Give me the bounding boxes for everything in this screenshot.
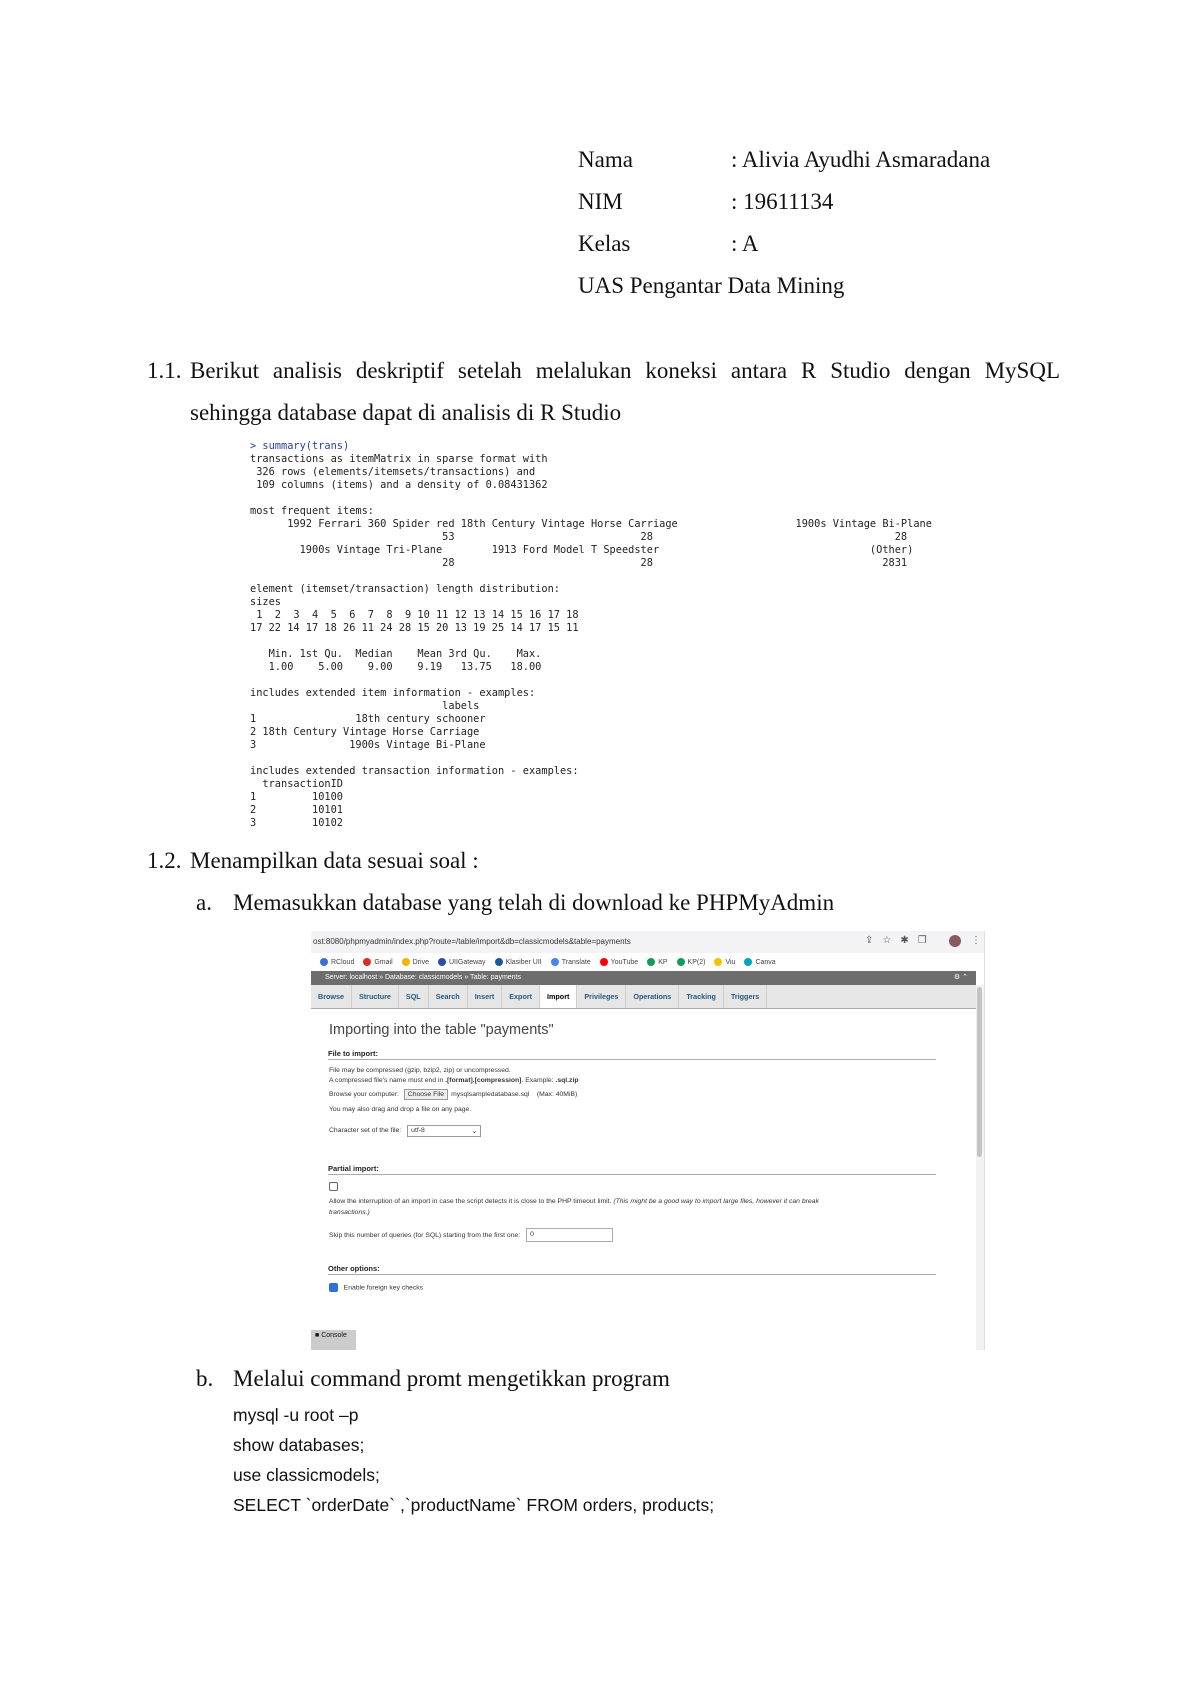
document-subtitle: UAS Pengantar Data Mining — [578, 273, 845, 298]
bookmark-translate[interactable]: Translate — [550, 958, 591, 966]
tab-operations[interactable]: Operations — [626, 985, 680, 1008]
tab-triggers[interactable]: Triggers — [724, 985, 768, 1008]
bookmark-kp[interactable]: KP — [647, 958, 668, 966]
bookmark-drive[interactable]: Drive — [401, 958, 429, 966]
fk-row: Enable foreign key checks — [329, 1283, 423, 1292]
drag-note: You may also drag and drop a file on any… — [329, 1106, 472, 1113]
console-button[interactable]: ■ Console — [311, 1330, 356, 1350]
document-page: Nama : Alivia Ayudhi Asmaradana NIM : 19… — [0, 0, 1200, 1698]
item-letter: a. — [196, 890, 212, 915]
r-summary-output: transactions as itemMatrix in sparse for… — [250, 453, 932, 829]
divider — [328, 1174, 936, 1175]
label-nama: Nama — [578, 147, 633, 172]
tab-import[interactable]: Import — [540, 985, 578, 1008]
item-text: Melalui command promt mengetikkan progra… — [233, 1366, 670, 1391]
code-line: show databases; — [233, 1435, 365, 1455]
code-line: use classicmodels; — [233, 1465, 380, 1485]
charset-select[interactable]: utf-8 ⌄ — [407, 1125, 482, 1137]
label-nim: NIM — [578, 189, 623, 214]
value-nama: : Alivia Ayudhi Asmaradana — [731, 147, 991, 172]
scrollbar-thumb[interactable] — [977, 987, 982, 1157]
value-nim: : 19611134 — [731, 189, 834, 214]
other-section-title: Other options: — [328, 1264, 380, 1273]
tab-insert[interactable]: Insert — [468, 985, 503, 1008]
bookmark-viu[interactable]: Viu — [714, 958, 735, 966]
bookmark-icon — [320, 958, 328, 966]
bookmark-uiigateway[interactable]: UIIGateway — [437, 958, 486, 966]
bookmark-icon — [676, 958, 685, 966]
file-section-title: File to import: — [328, 1049, 378, 1058]
more-icon[interactable]: ⋮ — [971, 935, 981, 946]
bookmark-icon — [714, 958, 723, 966]
bookmarks-bar: RCloud Gmail Drive UIIGateway Klasiber UII Tr… — [311, 953, 984, 971]
bookmark-canva[interactable]: Canva — [744, 958, 776, 966]
pma-tabs: Browse Structure SQL Search Insert Export Impo… — [311, 985, 976, 1009]
choose-file-button[interactable]: Choose File — [403, 1089, 449, 1100]
bookmark-rcloud[interactable]: RCloud — [320, 958, 354, 966]
divider — [328, 1059, 936, 1060]
section-text-line1: Berikut analisis deskriptif setelah mela… — [190, 358, 1060, 383]
bookmark-gmail[interactable]: Gmail — [363, 958, 393, 966]
file-name: mysqlsampledatabase.sql — [451, 1091, 530, 1098]
r-command: > summary(trans) — [250, 440, 350, 452]
section-title: Menampilkan data sesuai soal : — [190, 848, 479, 873]
pma-breadcrumb-bar: Server: localhost » Database: classicmod… — [311, 971, 976, 985]
tab-tracking[interactable]: Tracking — [679, 985, 724, 1008]
section-number: 1.2. — [147, 848, 182, 873]
bookmark-klasiber-uii[interactable]: Klasiber UII — [494, 958, 542, 966]
breadcrumb-server[interactable]: Server: localhost — [325, 974, 377, 981]
item-letter: b. — [196, 1366, 214, 1391]
bookmark-icon — [744, 958, 753, 966]
skip-row: Skip this number of queries (for SQL) st… — [329, 1228, 614, 1242]
allow-text-2: transactions.) — [329, 1209, 370, 1216]
bookmark-youtube[interactable]: YouTube — [599, 958, 638, 966]
chevron-down-icon: ⌄ — [471, 1128, 478, 1135]
bookmark-icon — [437, 958, 446, 966]
label-kelas: Kelas — [578, 231, 631, 256]
url-text: ost:8080/phpmyadmin/index.php?route=/tab… — [313, 937, 631, 946]
tab-export[interactable]: Export — [502, 985, 541, 1008]
avatar[interactable] — [949, 935, 961, 947]
breadcrumb-table[interactable]: Table: payments — [470, 974, 521, 981]
bookmark-icon — [647, 958, 656, 966]
tab-search[interactable]: Search — [429, 985, 468, 1008]
bookmark-icon — [599, 958, 608, 966]
gear-icon[interactable]: ⚙ ⌃ — [954, 971, 968, 985]
bookmark-icon — [494, 958, 503, 966]
import-heading: Importing into the table "payments" — [329, 1022, 554, 1038]
charset-row: Character set of the file: utf-8 ⌄ — [329, 1125, 482, 1137]
browse-row: Browse your computer: Choose File mysqlsa… — [329, 1089, 578, 1100]
bookmark-icon — [550, 958, 559, 966]
breadcrumb-database[interactable]: Database: classicmodels — [385, 974, 462, 981]
tab-browse[interactable]: Browse — [311, 985, 352, 1008]
tab-privileges[interactable]: Privileges — [577, 985, 627, 1008]
file-note: File may be compressed (gzip, bzip2, zip… — [329, 1067, 511, 1074]
partial-section-title: Partial import: — [328, 1164, 379, 1173]
skip-queries-input[interactable]: 0 — [526, 1228, 614, 1242]
tab-sql[interactable]: SQL — [399, 985, 429, 1008]
phpmyadmin-screenshot: ost:8080/phpmyadmin/index.php?route=/tab… — [311, 931, 985, 1350]
foreign-key-checkbox[interactable] — [329, 1283, 338, 1292]
allow-text: Allow the interruption of an import in c… — [329, 1198, 819, 1205]
bookmark-icon — [363, 958, 372, 966]
section-number: 1.1. — [147, 358, 182, 383]
address-bar[interactable]: ost:8080/phpmyadmin/index.php?route=/tab… — [311, 931, 984, 953]
bookmark-kp-2-[interactable]: KP(2) — [676, 958, 705, 966]
file-note-2: A compressed file's name must end in .[f… — [329, 1077, 579, 1084]
item-text: Memasukkan database yang telah di downlo… — [233, 890, 835, 915]
max-size: (Max: 40MiB) — [536, 1091, 578, 1098]
divider — [328, 1274, 936, 1275]
code-line: SELECT `orderDate` ,`productName` FROM o… — [233, 1495, 715, 1515]
tab-structure[interactable]: Structure — [352, 985, 399, 1008]
section-text-line2: sehingga database dapat di analisis di R… — [190, 400, 622, 425]
value-kelas: : A — [731, 231, 759, 256]
r-console-output: > summary(trans) transactions as itemMat… — [250, 440, 938, 830]
bookmark-icon — [401, 958, 410, 966]
browser-toolbar-icons: ⇪☆✱❐ — [865, 935, 936, 946]
allow-interruption-checkbox[interactable] — [329, 1182, 338, 1191]
code-line: mysql -u root –p — [233, 1405, 359, 1425]
